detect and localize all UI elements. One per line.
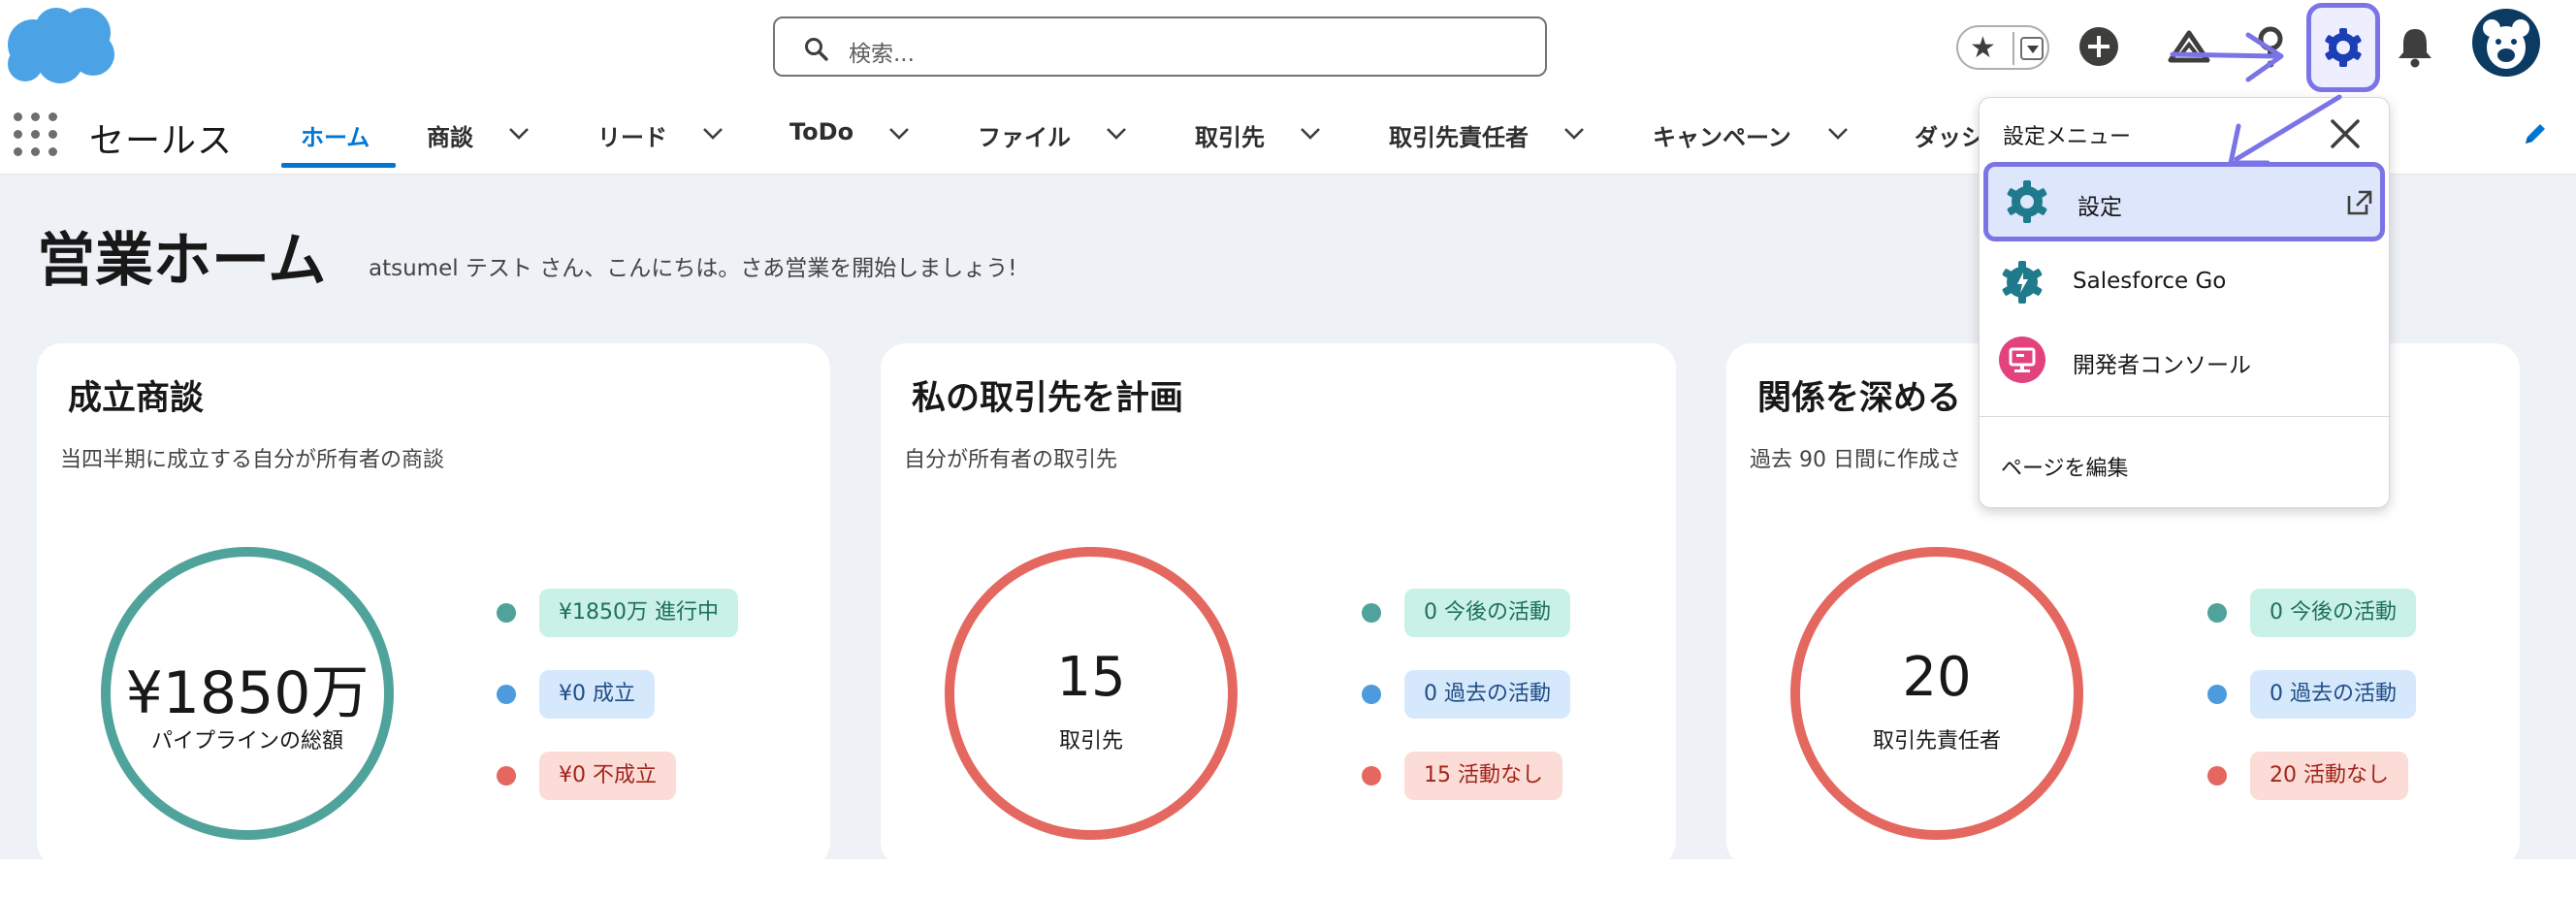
tab-todo[interactable]: ToDo	[789, 118, 853, 145]
legend-dot	[497, 766, 516, 786]
bottom-edge	[0, 859, 2576, 898]
user-avatar[interactable]	[2472, 9, 2540, 77]
card-subtitle: 当四半期に成立する自分が所有者の商談	[60, 448, 445, 472]
legend-dot	[497, 685, 516, 704]
tab-opportunities[interactable]: 商談	[427, 118, 473, 152]
greeting-text: atsumel テスト さん、こんにちは。さあ営業を開始しましょう!	[369, 256, 1017, 281]
card-subtitle: 自分が所有者の取引先	[904, 448, 1118, 472]
ring-label: パイプラインの総額	[150, 729, 343, 754]
legend-pill[interactable]: ¥0 成立	[539, 670, 655, 719]
ring-value: 20	[1902, 646, 1972, 709]
tab-contacts[interactable]: 取引先責任者	[1389, 118, 1529, 152]
setup-menu-title: 設定メニュー	[2003, 125, 2132, 149]
legend-dot	[2207, 685, 2227, 704]
legend-pill[interactable]: 0 過去の活動	[1404, 670, 1570, 719]
chevron-down-icon[interactable]	[1825, 120, 1851, 145]
menu-item-label: 開発者コンソール	[2073, 353, 2251, 378]
legend-pill[interactable]: 15 活動なし	[1404, 752, 1562, 800]
notifications-bell-icon[interactable]	[2396, 25, 2434, 68]
menu-item-label: Salesforce Go	[2073, 269, 2227, 294]
legend-pill[interactable]: ¥1850万 進行中	[539, 589, 738, 637]
trailhead-icon[interactable]	[2167, 27, 2211, 66]
page-title: 営業ホーム	[37, 227, 327, 295]
contacts-ring[interactable]: 20 取引先責任者	[1790, 547, 2083, 840]
card-subtitle: 過去 90 日間に作成さ	[1750, 448, 1961, 472]
setup-gear-icon	[2007, 180, 2047, 223]
tab-accounts[interactable]: 取引先	[1195, 118, 1265, 152]
global-header: 検索... ★	[0, 0, 2576, 99]
favorites-button-group[interactable]: ★	[1956, 25, 2049, 70]
active-tab-indicator	[281, 163, 396, 168]
menu-divider	[1980, 416, 2391, 417]
tab-leads[interactable]: リード	[597, 118, 667, 152]
ring-value: 15	[1056, 646, 1126, 709]
global-search-input[interactable]: 検索...	[773, 16, 1547, 77]
chevron-down-icon[interactable]	[506, 120, 531, 145]
menu-item-setup[interactable]: 設定	[1983, 162, 2385, 241]
ring-label: 取引先	[1058, 729, 1123, 754]
tab-home[interactable]: ホーム	[301, 118, 370, 152]
external-link-icon	[2347, 190, 2372, 215]
edit-pencil-icon[interactable]	[2522, 120, 2549, 147]
chevron-down-icon[interactable]	[1298, 120, 1323, 145]
legend-dot	[1362, 685, 1381, 704]
card-title[interactable]: 私の取引先を計画	[912, 370, 1183, 420]
legend-pill[interactable]: ¥0 不成立	[539, 752, 676, 800]
close-icon[interactable]	[2327, 115, 2364, 152]
salesforce-cloud-logo[interactable]	[0, 0, 120, 89]
help-icon[interactable]	[2256, 25, 2285, 68]
legend-pill[interactable]: 0 今後の活動	[1404, 589, 1570, 637]
legend-dot	[1362, 766, 1381, 786]
chevron-down-icon[interactable]	[700, 120, 725, 145]
salesforce-go-icon	[2002, 261, 2043, 304]
tab-files[interactable]: ファイル	[978, 118, 1071, 152]
setup-gear-icon	[2325, 28, 2362, 67]
legend-dot	[1362, 603, 1381, 623]
setup-menu-dropdown: 設定メニュー 設定 Salesforce Go 開発者コンソール ページを編集	[1979, 97, 2391, 508]
search-icon	[805, 38, 828, 61]
bear-avatar-icon	[2483, 19, 2529, 69]
tab-dashboards[interactable]: ダッシ	[1915, 118, 1984, 152]
setup-gear-button[interactable]	[2306, 3, 2380, 92]
legend-dot	[2207, 766, 2227, 786]
chevron-down-icon[interactable]	[1104, 120, 1129, 145]
legend-dot	[497, 603, 516, 623]
card-title[interactable]: 関係を深める	[1757, 370, 1961, 420]
ring-value: ¥1850万	[125, 659, 370, 727]
pipeline-total-ring[interactable]: ¥1850万 パイプラインの総額	[101, 547, 394, 840]
favorites-star-icon[interactable]: ★	[1970, 33, 1996, 64]
legend-dot	[2207, 603, 2227, 623]
favorites-dropdown-icon[interactable]	[2020, 37, 2044, 60]
global-create-icon[interactable]	[2077, 25, 2120, 68]
accounts-ring[interactable]: 15 取引先	[945, 547, 1238, 840]
legend-pill[interactable]: 20 活動なし	[2250, 752, 2408, 800]
edit-page-link[interactable]: ページを編集	[2001, 451, 2129, 482]
app-name: セールス	[89, 121, 234, 161]
app-launcher-icon[interactable]	[14, 112, 58, 157]
legend-pill[interactable]: 0 今後の活動	[2250, 589, 2416, 637]
menu-item-label: 設定	[2077, 195, 2122, 220]
legend-pill[interactable]: 0 過去の活動	[2250, 670, 2416, 719]
favorites-separator	[2012, 32, 2014, 65]
search-placeholder: 検索...	[849, 42, 915, 67]
menu-item-salesforce-go[interactable]: Salesforce Go	[1980, 245, 2391, 319]
tab-campaigns[interactable]: キャンペーン	[1653, 118, 1791, 152]
developer-console-icon	[1999, 337, 2045, 383]
chevron-down-icon[interactable]	[886, 120, 912, 145]
closed-opportunities-card: 成立商談 当四半期に成立する自分が所有者の商談 ¥1850万 パイプラインの総額…	[37, 343, 830, 867]
ring-label: 取引先責任者	[1872, 729, 2001, 754]
menu-item-developer-console[interactable]: 開発者コンソール	[1980, 323, 2391, 397]
account-planning-card: 私の取引先を計画 自分が所有者の取引先 15 取引先 0 今後の活動 0 過去の…	[881, 343, 1676, 867]
card-title[interactable]: 成立商談	[68, 370, 204, 420]
chevron-down-icon[interactable]	[1562, 120, 1587, 145]
